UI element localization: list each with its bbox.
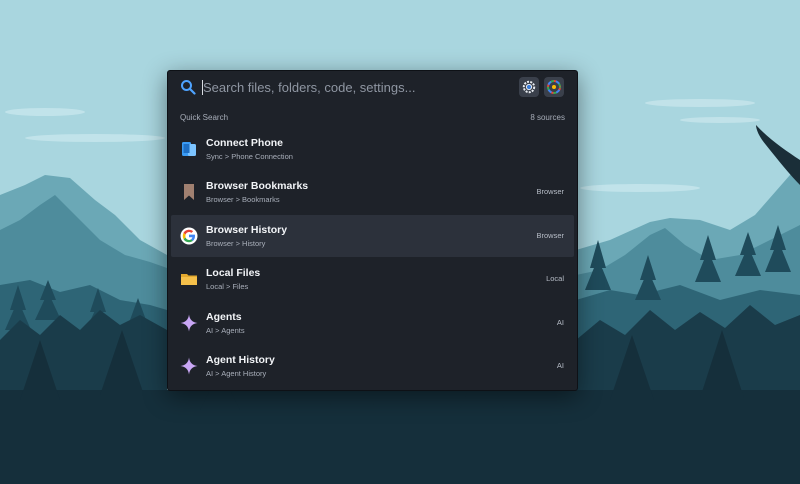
- extensions-button[interactable]: [544, 77, 564, 97]
- color-wheel-icon: [547, 80, 561, 94]
- result-title: Connect Phone: [206, 137, 284, 149]
- result-title: Browser History: [206, 223, 288, 236]
- result-browser-bookmarks[interactable]: Browser Bookmarks Browser > Bookmarks Br…: [171, 171, 574, 213]
- result-path: AI > Agents: [206, 325, 245, 335]
- result-path: Local > Files: [206, 282, 249, 292]
- result-title: Local Files: [206, 267, 261, 280]
- result-local-files[interactable]: Local Files Local > Files Local: [171, 258, 574, 300]
- phone-sync-icon: [182, 142, 196, 156]
- result-browser-history[interactable]: Browser History Browser > History Browse…: [171, 214, 574, 257]
- folder-icon: [181, 274, 197, 286]
- settings-button[interactable]: [519, 77, 539, 97]
- source-count: 8 sources: [530, 112, 565, 122]
- result-title: Browser Bookmarks: [206, 180, 309, 193]
- section-header: Quick Search 8 sources: [180, 110, 565, 124]
- result-list: Connect Phone Sync > Phone Connection Br…: [171, 128, 574, 388]
- result-path: Browser > Bookmarks: [206, 195, 280, 205]
- section-title: Quick Search: [180, 112, 229, 122]
- search-icon: [181, 80, 196, 95]
- result-path: Browser > History: [206, 238, 266, 248]
- result-title: Agent History: [206, 353, 275, 366]
- sparkle-icon: [180, 314, 198, 332]
- result-title: Agents: [206, 310, 242, 323]
- sparkle-icon: [180, 357, 198, 375]
- result-tag: Browser: [536, 230, 564, 240]
- result-agents[interactable]: Agents AI > Agents AI: [171, 302, 574, 344]
- gear-icon: [522, 80, 536, 94]
- result-tag: AI: [556, 360, 564, 370]
- result-path: AI > Agent History: [206, 368, 267, 378]
- result-tag: Browser: [536, 187, 564, 197]
- result-tag: AI: [556, 317, 564, 327]
- google-icon: [180, 227, 198, 245]
- search-bar: [168, 71, 577, 104]
- bookmark-icon: [184, 184, 194, 201]
- search-palette: Quick Search 8 sources Connect Phone Syn…: [167, 70, 578, 391]
- search-input[interactable]: [203, 77, 503, 97]
- result-tag: Local: [546, 274, 564, 284]
- result-connect-phone[interactable]: Connect Phone Sync > Phone Connection: [171, 128, 574, 170]
- result-agent-history[interactable]: Agent History AI > Agent History AI: [171, 345, 574, 387]
- result-path: Sync > Phone Connection: [206, 152, 293, 161]
